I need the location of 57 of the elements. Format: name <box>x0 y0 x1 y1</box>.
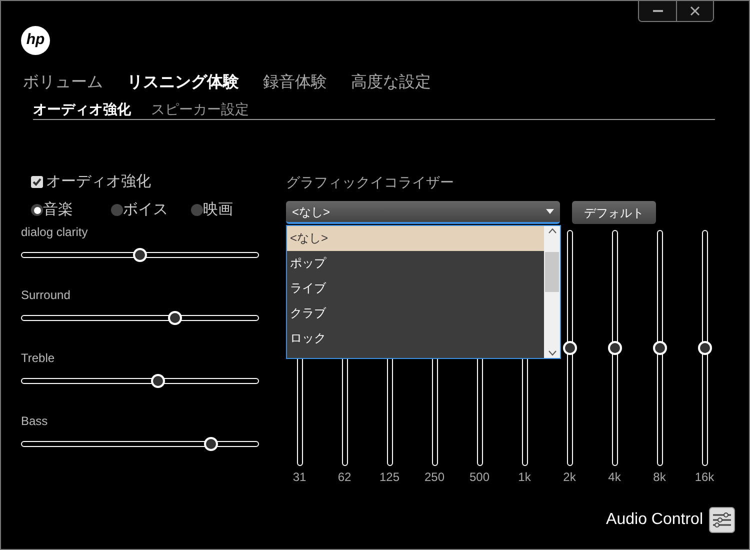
radio-label: 音楽 <box>43 200 73 220</box>
minimize-button[interactable] <box>639 1 676 21</box>
band-label: 8k <box>653 469 666 485</box>
equalizer-title: グラフィックイコライザー <box>286 173 455 192</box>
close-button[interactable] <box>676 1 713 21</box>
slider-label: Surround <box>21 287 72 303</box>
close-icon <box>690 6 700 16</box>
band-label: 125 <box>379 469 400 485</box>
slider-thumb[interactable] <box>150 374 165 388</box>
check-icon <box>32 177 42 187</box>
band-label: 16k <box>694 469 714 485</box>
subtab[interactable]: スピーカー設定 <box>151 100 249 118</box>
minimize-icon <box>652 10 662 12</box>
band-label: 250 <box>424 469 445 485</box>
default-button[interactable]: デフォルト <box>572 201 656 224</box>
preset-dropdown[interactable]: <なし> <box>286 201 560 224</box>
dropdown-option[interactable]: ポップ <box>287 251 544 276</box>
band-label: 62 <box>338 469 352 485</box>
slider-label: Bass <box>21 413 49 429</box>
band-label: 500 <box>469 469 490 485</box>
logo: hp <box>21 26 50 55</box>
radio-label: ボイス <box>123 200 168 220</box>
equalizer-thumb[interactable] <box>562 341 576 355</box>
tab[interactable]: 高度な設定 <box>351 72 431 94</box>
radio-label: 映画 <box>203 200 233 220</box>
slider-thumb[interactable] <box>133 248 147 262</box>
dropdown-option[interactable]: ライブ <box>287 276 544 301</box>
equalizer-thumb[interactable] <box>652 341 666 355</box>
subtab[interactable]: オーディオ強化 <box>33 100 131 118</box>
equalizer-thumb[interactable] <box>698 341 712 355</box>
slider-thumb[interactable] <box>168 311 182 325</box>
sliders-icon[interactable] <box>709 507 735 533</box>
scrollbar[interactable] <box>544 226 560 358</box>
radio-button[interactable] <box>111 204 123 216</box>
slider-label: Treble <box>21 350 56 366</box>
slider-thumb[interactable] <box>204 437 218 451</box>
band-label: 31 <box>292 469 306 485</box>
scrollbar-thumb[interactable] <box>545 252 559 292</box>
dropdown-option[interactable]: クラブ <box>287 301 544 326</box>
caret-icon <box>546 208 554 214</box>
band-label: 4k <box>608 469 621 485</box>
audio-control-label: Audio Control <box>606 510 703 530</box>
dropdown-option[interactable]: <なし> <box>287 226 544 251</box>
radio-button[interactable] <box>31 204 43 216</box>
equalizer-thumb[interactable] <box>608 341 622 355</box>
tab[interactable]: ボリューム <box>23 72 103 94</box>
checkbox-label: オーディオ強化 <box>46 172 151 192</box>
radio-button[interactable] <box>191 204 203 216</box>
band-label: 1k <box>518 469 531 485</box>
tab[interactable]: 録音体験 <box>263 72 327 94</box>
scroll-down-icon[interactable] <box>548 350 556 356</box>
slider-label: dialog clarity <box>21 224 89 240</box>
scroll-up-icon[interactable] <box>548 228 556 234</box>
dropdown-option[interactable]: ロック <box>287 326 544 351</box>
tab[interactable]: リスニング体験 <box>127 72 239 94</box>
band-label: 2k <box>563 469 576 485</box>
checkbox[interactable] <box>31 176 43 188</box>
